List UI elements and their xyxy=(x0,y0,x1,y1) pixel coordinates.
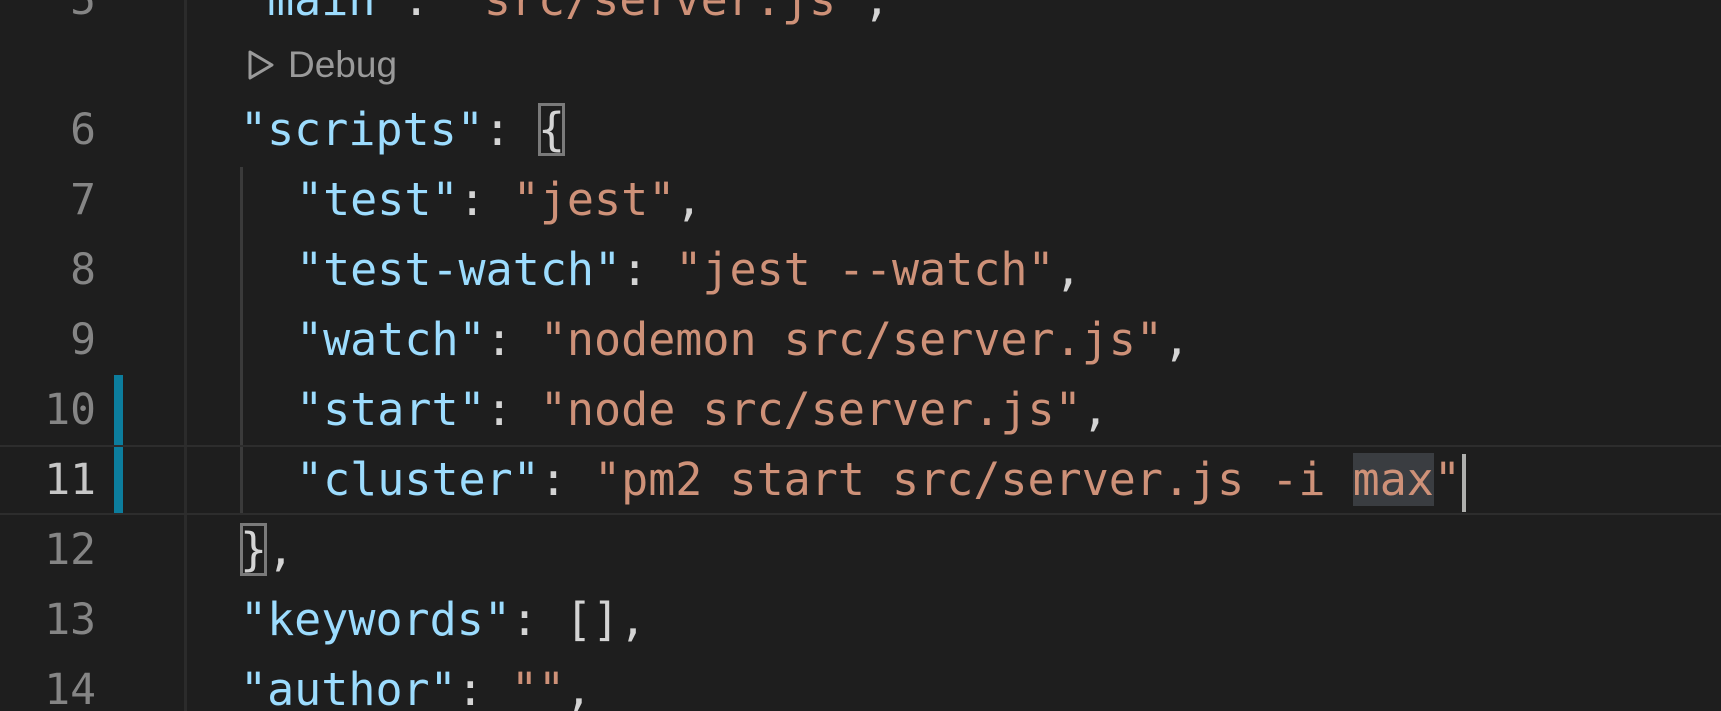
matched-open-brace: { xyxy=(538,103,566,156)
json-key: "author" xyxy=(240,663,457,711)
code-editor[interactable]: 5 "main": "src/server.js", Debug 6 "scri… xyxy=(0,0,1721,711)
json-key: "cluster" xyxy=(296,453,540,506)
punctuation: : xyxy=(539,453,595,506)
punctuation: , xyxy=(1081,383,1109,436)
json-key: "start" xyxy=(296,383,486,436)
code-line-14[interactable]: 14 "author": "", xyxy=(0,655,1721,711)
text-cursor xyxy=(1462,454,1466,512)
line-code[interactable]: "main": "src/server.js", xyxy=(240,0,890,35)
line-number: 13 xyxy=(44,595,96,645)
line-number: 7 xyxy=(70,175,96,225)
punctuation: , xyxy=(267,523,295,576)
line-code[interactable]: "watch": "nodemon src/server.js", xyxy=(296,305,1190,375)
line-number: 6 xyxy=(70,105,96,155)
line-code[interactable]: "test-watch": "jest --watch", xyxy=(296,235,1082,305)
json-string: "src/server.js" xyxy=(457,0,863,26)
json-key: "keywords" xyxy=(240,593,511,646)
line-code[interactable]: "start": "node src/server.js", xyxy=(296,375,1109,445)
line-code[interactable]: "author": "", xyxy=(240,655,592,711)
line-code[interactable]: "keywords": [], xyxy=(240,585,646,655)
json-key: "test-watch" xyxy=(296,243,622,296)
line-code[interactable]: }, xyxy=(240,515,294,585)
punctuation: : xyxy=(483,103,539,156)
json-string: "pm2 start src/server.js -i xyxy=(594,453,1353,506)
code-line-13[interactable]: 13 "keywords": [], xyxy=(0,585,1721,655)
matched-close-brace: } xyxy=(240,523,268,576)
code-line-11[interactable]: 11 "cluster": "pm2 start src/server.js -… xyxy=(0,445,1721,515)
punctuation: : xyxy=(485,383,540,436)
line-number: 5 xyxy=(70,0,96,25)
code-line-6[interactable]: 6 "scripts": { xyxy=(0,95,1721,165)
punctuation: [], xyxy=(565,593,647,646)
punctuation: : xyxy=(458,173,513,226)
punctuation: : xyxy=(621,243,676,296)
json-string: "" xyxy=(510,663,566,711)
json-string-close-quote: " xyxy=(1433,453,1461,506)
punctuation: , xyxy=(565,663,593,711)
json-string: "jest" xyxy=(512,173,676,226)
code-line-9[interactable]: 9 "watch": "nodemon src/server.js", xyxy=(0,305,1721,375)
debug-codelens[interactable]: Debug xyxy=(246,40,397,90)
word-highlight: max xyxy=(1352,453,1434,506)
json-string: "jest --watch" xyxy=(675,243,1055,296)
line-number: 10 xyxy=(44,385,96,435)
punctuation: : xyxy=(485,313,540,366)
debug-label: Debug xyxy=(288,44,398,85)
play-icon xyxy=(248,50,274,80)
json-key: "test" xyxy=(296,173,459,226)
punctuation: : xyxy=(456,663,511,711)
line-number: 8 xyxy=(70,245,96,295)
punctuation: , xyxy=(863,0,890,26)
json-key: "watch" xyxy=(296,313,486,366)
json-key: "main" xyxy=(240,0,403,26)
line-number: 14 xyxy=(44,665,96,711)
code-line-10[interactable]: 10 "start": "node src/server.js", xyxy=(0,375,1721,445)
code-line-8[interactable]: 8 "test-watch": "jest --watch", xyxy=(0,235,1721,305)
json-string: "nodemon src/server.js" xyxy=(539,313,1163,366)
line-code[interactable]: "scripts": { xyxy=(240,95,566,165)
punctuation: , xyxy=(1162,313,1191,366)
json-key: "scripts" xyxy=(240,103,484,156)
line-code[interactable]: "cluster": "pm2 start src/server.js -i m… xyxy=(296,447,1466,513)
json-string: "node src/server.js" xyxy=(539,383,1082,436)
line-number: 9 xyxy=(70,315,96,365)
code-line-5[interactable]: 5 "main": "src/server.js", xyxy=(0,0,1721,35)
line-code[interactable]: "test": "jest", xyxy=(296,165,702,235)
line-number: 11 xyxy=(44,455,96,505)
punctuation: , xyxy=(675,173,703,226)
punctuation: : xyxy=(403,0,457,26)
line-number: 12 xyxy=(44,525,96,575)
code-line-7[interactable]: 7 "test": "jest", xyxy=(0,165,1721,235)
punctuation: , xyxy=(1054,243,1082,296)
punctuation: : xyxy=(510,593,566,646)
code-line-12[interactable]: 12 }, xyxy=(0,515,1721,585)
